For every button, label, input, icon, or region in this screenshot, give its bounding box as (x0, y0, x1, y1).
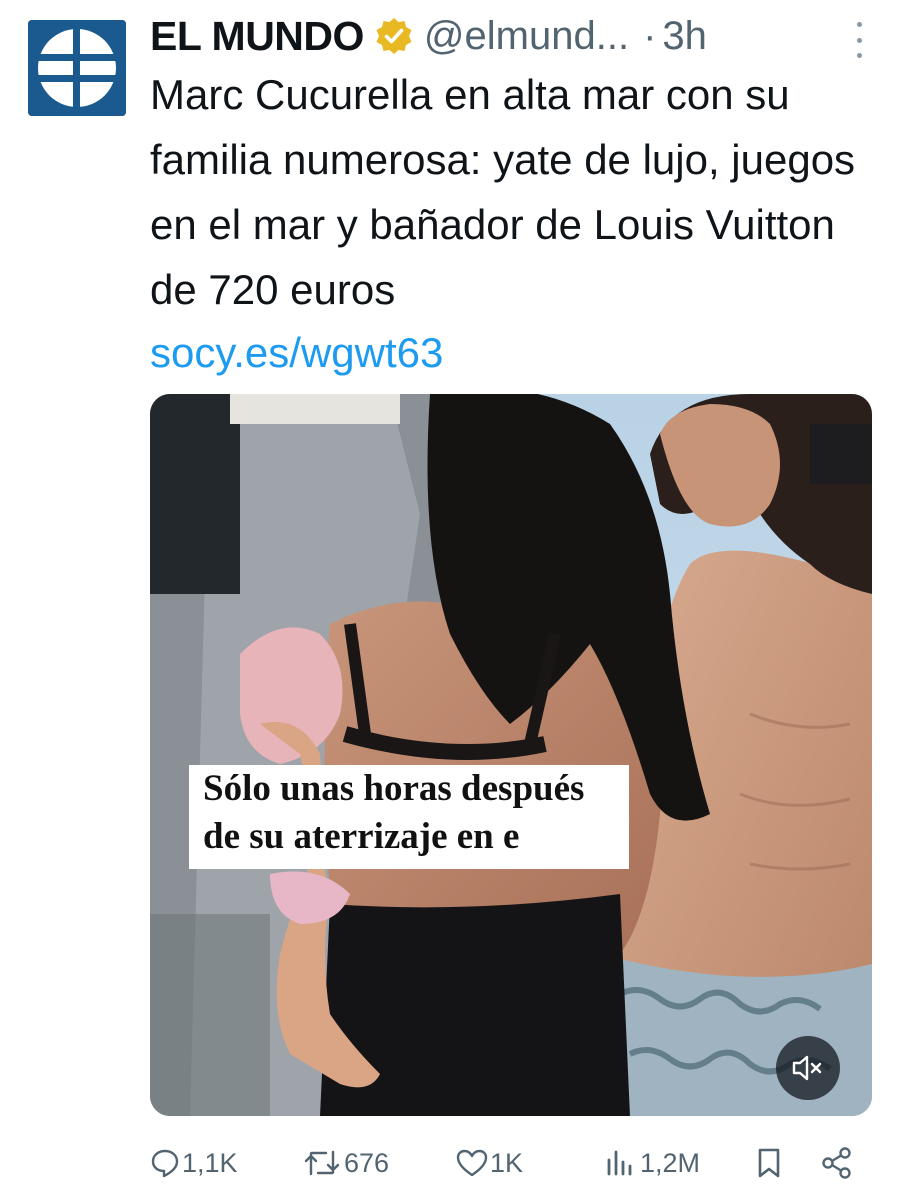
tweet-video[interactable]: Sólo unas horas después de su aterrizaje… (150, 394, 872, 1116)
views-count: 1,2M (640, 1147, 701, 1178)
mute-button[interactable] (776, 1036, 840, 1100)
video-frame-image (150, 394, 872, 1116)
share-icon (822, 1147, 851, 1179)
globe-logo-icon (28, 20, 126, 116)
caption-line-1: Sólo unas horas después (203, 768, 585, 809)
reply-count: 1,1K (182, 1147, 238, 1178)
speaker-muted-icon (792, 1055, 822, 1081)
repost-count: 676 (344, 1147, 390, 1178)
reply-button[interactable]: 1,1K (150, 1138, 238, 1188)
action-bar: 1,1K 676 1K 1,2M (150, 1138, 870, 1188)
repost-icon (304, 1150, 340, 1176)
views-button[interactable]: 1,2M (604, 1138, 700, 1188)
share-button[interactable] (820, 1138, 854, 1188)
avatar[interactable] (28, 20, 126, 116)
tweet-header: EL MUNDO @elmund... · 3h (150, 8, 882, 64)
video-caption: Sólo unas horas después de su aterrizaje… (189, 765, 629, 869)
tweet-time[interactable]: 3h (662, 14, 707, 59)
tweet-text: Marc Cucurella en alta mar con su famili… (150, 71, 856, 313)
bookmark-icon (758, 1148, 780, 1178)
more-options-icon[interactable] (854, 22, 864, 58)
views-chart-icon (607, 1150, 632, 1176)
author-handle[interactable]: @elmund... (424, 14, 629, 59)
caption-line-2: de su aterrizaje en e (203, 816, 520, 857)
repost-button[interactable]: 676 (302, 1138, 389, 1188)
reply-icon (151, 1149, 179, 1178)
bookmark-button[interactable] (754, 1138, 784, 1188)
author-name[interactable]: EL MUNDO (150, 13, 364, 60)
heart-icon (456, 1149, 488, 1177)
like-button[interactable]: 1K (456, 1138, 523, 1188)
like-count: 1K (490, 1147, 524, 1178)
separator-dot: · (643, 13, 657, 58)
verified-badge-icon (376, 18, 412, 54)
tweet-link[interactable]: socy.es/wgwt63 (150, 322, 443, 384)
